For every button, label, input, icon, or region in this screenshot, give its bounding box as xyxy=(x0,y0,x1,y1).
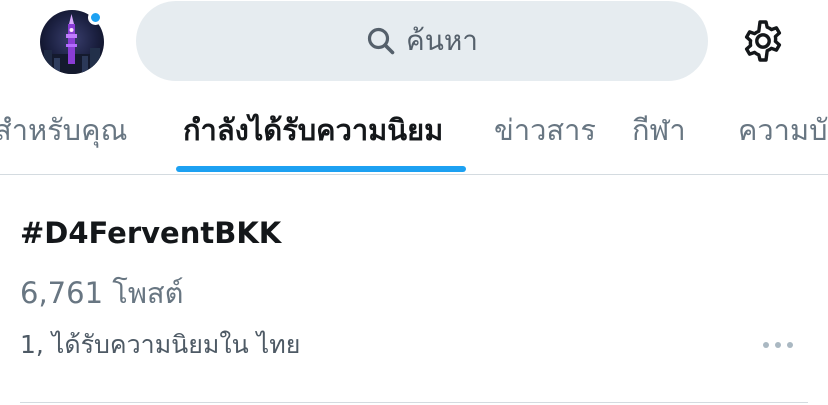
tab-entertainment[interactable]: ความบั xyxy=(738,108,828,152)
trend-rank: 1, ได้รับความนิยมใน ไทย xyxy=(20,330,301,359)
active-tab-indicator xyxy=(176,166,466,172)
tab-for-you[interactable]: สำหรับคุณ xyxy=(0,108,127,152)
search-bar[interactable]: ค้นหา xyxy=(136,1,708,81)
notification-dot xyxy=(88,10,103,25)
profile-avatar[interactable] xyxy=(40,10,104,74)
gear-icon[interactable] xyxy=(740,18,786,64)
explore-screen: ค้นหา สำหรับคุณ กำลังได้รับความนิยม ข่าว… xyxy=(0,0,828,405)
trend-post-count: 6,761 โพสต์ xyxy=(20,276,184,310)
divider xyxy=(20,402,808,403)
tab-trending[interactable]: กำลังได้รับความนิยม xyxy=(183,108,443,152)
more-horizontal-icon[interactable] xyxy=(762,339,794,351)
tab-news[interactable]: ข่าวสาร xyxy=(494,108,596,152)
trend-name: #D4FerventBKK xyxy=(20,216,282,250)
tab-sports[interactable]: กีฬา xyxy=(632,108,686,152)
search-icon xyxy=(367,27,395,55)
trend-item[interactable]: #D4FerventBKK 6,761 โพสต์ 1, ได้รับความน… xyxy=(0,175,828,405)
explore-tabs: สำหรับคุณ กำลังได้รับความนิยม ข่าวสาร กี… xyxy=(0,100,828,175)
search-placeholder: ค้นหา xyxy=(405,24,479,57)
